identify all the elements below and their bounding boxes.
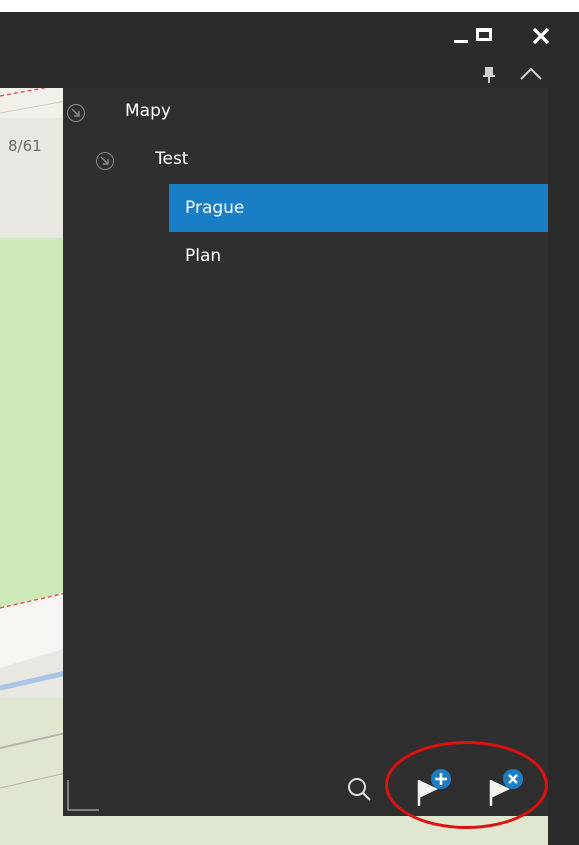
maximize-icon[interactable] — [476, 28, 492, 41]
map-view[interactable]: 8/61 — [0, 88, 66, 845]
pin-icon[interactable] — [482, 66, 496, 84]
annotation-circle — [385, 741, 548, 829]
resize-corner-icon[interactable] — [66, 778, 102, 814]
expand-icon[interactable] — [96, 152, 114, 170]
tree-item-test[interactable]: Test — [155, 149, 188, 169]
title-bar — [0, 12, 579, 88]
tree-item-mapy[interactable]: Mapy — [125, 101, 171, 121]
minimize-icon[interactable] — [454, 40, 468, 43]
chevron-up-icon[interactable] — [519, 67, 543, 81]
page-frame — [0, 0, 579, 12]
close-icon[interactable] — [532, 27, 550, 45]
right-strip — [548, 88, 579, 845]
tree-item-plan[interactable]: Plan — [185, 246, 221, 266]
map-features — [0, 88, 66, 845]
tree-item-prague[interactable]: Prague — [185, 198, 244, 218]
map-scale-label: 8/61 — [8, 137, 42, 155]
expand-icon[interactable] — [67, 104, 85, 122]
search-icon[interactable] — [346, 776, 372, 802]
